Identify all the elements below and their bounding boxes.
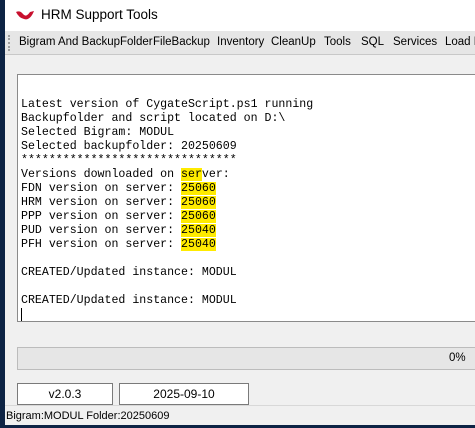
progress-label: 0%	[449, 352, 466, 364]
menu-sql[interactable]: SQL	[361, 36, 384, 48]
log-line: CREATED/Updated instance: MODUL	[21, 294, 237, 307]
version-line: PFH version on server: 25040	[21, 238, 216, 251]
log-line: Selected Bigram: MODUL	[21, 126, 175, 139]
version-box: v2.0.3	[17, 383, 113, 405]
app-logo-icon	[16, 11, 34, 20]
version-value: 25060	[181, 182, 216, 195]
menu-inventory[interactable]: Inventory	[217, 36, 264, 48]
title-bar: HRM Support Tools	[5, 0, 475, 31]
menu-tools[interactable]: Tools	[324, 36, 351, 48]
version-line: HRM version on server: 25060	[21, 196, 216, 209]
log-output[interactable]: Latest version of CygateScript.ps1 runni…	[17, 74, 475, 322]
version-line: FDN version on server: 25060	[21, 182, 216, 195]
desktop-edge	[0, 0, 5, 428]
menu-services[interactable]: Services	[393, 36, 437, 48]
log-line: Latest version of CygateScript.ps1 runni…	[21, 98, 314, 111]
log-line: Selected backupfolder: 20250609	[21, 140, 237, 153]
version-value: 25040	[181, 224, 216, 237]
text-cursor	[21, 308, 22, 321]
status-bar: Bigram:MODUL Folder:20250609	[5, 405, 475, 425]
menu-load[interactable]: Load L	[445, 36, 475, 48]
versions-header: Versions downloaded on server:	[21, 168, 230, 181]
menu-grip[interactable]	[8, 35, 11, 51]
progress-bar: 0%	[17, 347, 475, 370]
log-line: CREATED/Updated instance: MODUL	[21, 266, 237, 279]
version-line: PUD version on server: 25040	[21, 224, 216, 237]
window-title: HRM Support Tools	[41, 7, 158, 22]
version-value: 25060	[181, 196, 216, 209]
date-box: 2025-09-10	[119, 383, 249, 405]
log-line: *******************************	[21, 154, 237, 167]
menu-bar: Bigram And BackupFolder FileBackup Inven…	[5, 31, 475, 55]
menu-bigram-backupfolder[interactable]: Bigram And BackupFolder	[19, 36, 153, 48]
version-line: PPP version on server: 25060	[21, 210, 216, 223]
version-value: 25060	[181, 210, 216, 223]
version-value: 25040	[181, 238, 216, 251]
menu-cleanup[interactable]: CleanUp	[271, 36, 316, 48]
log-line: Backupfolder and script located on D:\	[21, 112, 286, 125]
menu-filebackup[interactable]: FileBackup	[153, 36, 210, 48]
